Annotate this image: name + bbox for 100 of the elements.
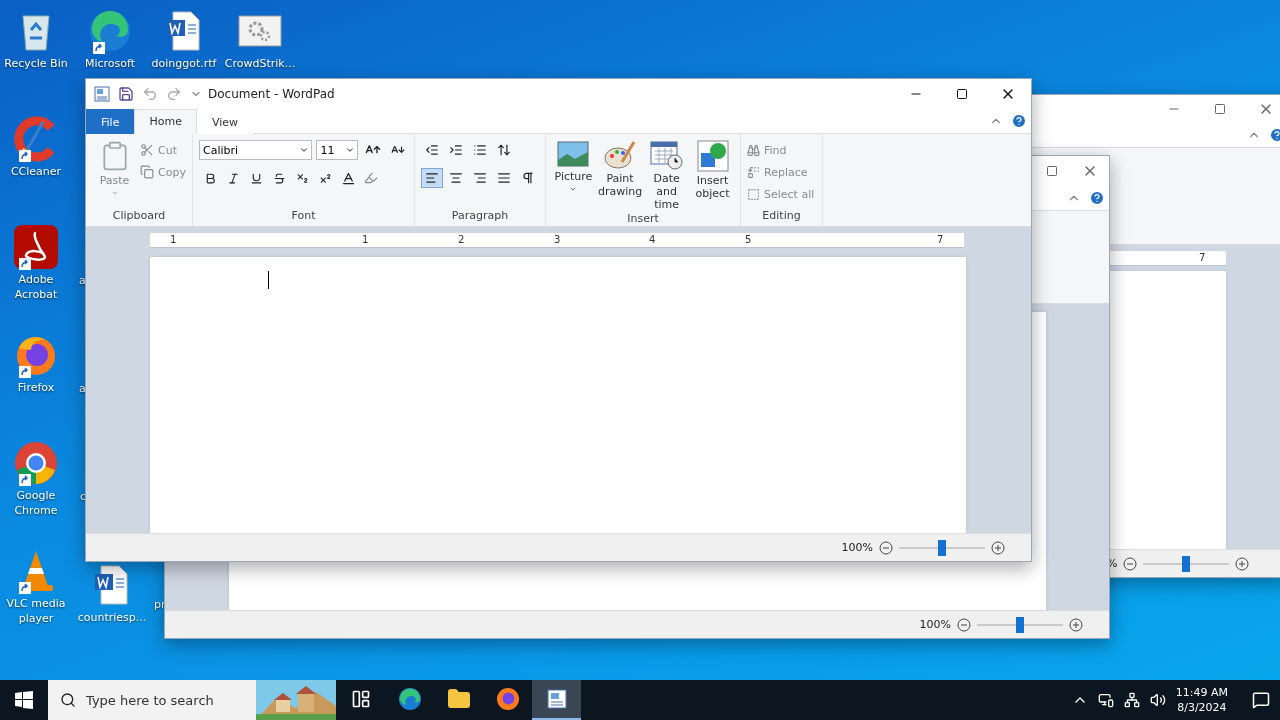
wordpad-icon (94, 86, 110, 102)
window-title: Document - WordPad (208, 87, 336, 101)
desktop-shortcut[interactable]: Adobe Acrobat (0, 224, 72, 302)
copy-button[interactable]: Copy (140, 162, 186, 182)
editing-button[interactable]: Select all (747, 184, 815, 204)
replace-icon (747, 165, 760, 179)
ruler-number: 3 (554, 233, 561, 247)
increase-indent-icon (449, 143, 463, 157)
maximize-icon (956, 88, 968, 100)
decrease-indent-icon (425, 143, 439, 157)
zoom-out-icon[interactable] (1123, 556, 1138, 571)
desktop-shortcut[interactable]: CCleaner (0, 116, 72, 179)
ruler-number: 7 (937, 233, 944, 247)
bullet-list-icon (473, 143, 487, 157)
zoom-out-icon[interactable] (957, 617, 971, 632)
italic-icon (226, 171, 240, 185)
help-icon[interactable] (1089, 190, 1105, 206)
zoom-level: 100% (841, 541, 873, 554)
align-icon (449, 171, 463, 185)
zoom-level: 100% (919, 618, 951, 631)
shortcut-label: pr (154, 598, 166, 611)
edge-icon (397, 687, 422, 711)
clock-time: 11:49 AM (1175, 685, 1228, 700)
edge-icon (87, 8, 133, 54)
file-menu-tab[interactable]: File (86, 109, 135, 134)
notifications-icon[interactable] (1252, 691, 1270, 709)
group-label: Clipboard (111, 208, 167, 224)
text-cursor (268, 271, 269, 289)
device-icon[interactable] (1097, 692, 1114, 708)
subscript-icon (295, 171, 309, 185)
font-size-field[interactable]: 11 (316, 140, 359, 160)
ruler-number: 1 (362, 233, 369, 247)
group-label: Editing (761, 208, 802, 224)
wordpad-icon (545, 688, 568, 710)
underline-icon (249, 171, 263, 185)
zoom-in-icon[interactable] (1069, 617, 1083, 632)
taskbar-app-button[interactable] (532, 680, 581, 720)
ribbon-tab[interactable]: Home (134, 109, 197, 134)
caret-icon (110, 189, 119, 197)
ruler-number: 5 (745, 233, 752, 247)
line-spacing-icon (497, 143, 511, 157)
network-icon[interactable] (1123, 692, 1140, 708)
insert-button[interactable]: Paint drawing (597, 140, 643, 211)
zoom-slider-thumb[interactable] (938, 539, 946, 556)
search-icon (60, 692, 76, 708)
align-icon (473, 171, 487, 185)
desktop-shortcut[interactable]: Firefox (0, 332, 72, 395)
help-icon[interactable] (1011, 113, 1027, 129)
paragraph-icon (521, 171, 535, 185)
paste-button[interactable]: Paste (92, 140, 138, 208)
zoom-in-icon[interactable] (991, 540, 1005, 555)
insert-button[interactable]: Picture (552, 140, 595, 211)
highlight-icon (364, 171, 378, 185)
ruler-number: 7 (1199, 251, 1206, 265)
shortcut-label: VLC media player (5, 596, 67, 626)
insert-button[interactable]: Insert object (691, 140, 734, 211)
desktop-shortcut[interactable]: CrowdStrik... (224, 8, 296, 71)
windows-start-icon[interactable] (15, 691, 33, 709)
task-view-icon (350, 689, 371, 709)
align-button[interactable] (421, 168, 443, 188)
shortcut-label: CCleaner (10, 164, 62, 179)
zoom-slider-thumb[interactable] (1016, 616, 1024, 633)
desktop-shortcut[interactable]: Google Chrome (0, 440, 72, 518)
landscape-picture-icon (557, 140, 590, 168)
insert-button[interactable]: Date and time (645, 140, 689, 211)
desktop-shortcut[interactable]: Microsoft (74, 8, 146, 71)
select-all-icon (747, 187, 760, 201)
shortcut-label: a (79, 274, 86, 287)
zoom-in-icon[interactable] (1235, 556, 1250, 571)
group-label: Insert (626, 211, 660, 227)
clock[interactable]: 11:49 AM 8/3/2024 (1175, 685, 1228, 715)
group-label: Font (290, 208, 317, 224)
desktop-shortcut[interactable]: VLC media player (0, 548, 72, 626)
desktop-shortcut[interactable]: countriesp... (76, 562, 148, 625)
align-icon (497, 171, 511, 185)
caret-icon (345, 145, 356, 155)
shortcut-label: Firefox (17, 380, 55, 395)
search-field[interactable]: Type here to search (48, 680, 336, 720)
zoom-out-icon[interactable] (879, 540, 893, 555)
copy-icon (140, 165, 155, 179)
binoculars-icon (747, 143, 760, 157)
ruler-number: 1 (170, 233, 177, 247)
zoom-slider-thumb[interactable] (1182, 555, 1191, 572)
cut-button[interactable]: Cut (140, 140, 186, 160)
editing-button[interactable]: Find (747, 140, 815, 160)
firefox-icon (495, 687, 520, 711)
maximize-icon (1046, 165, 1058, 177)
desktop-shortcut[interactable]: doinggot.rtf (148, 8, 220, 71)
ruler-number: 2 (458, 233, 465, 247)
shortcut-label: Adobe Acrobat (13, 272, 59, 302)
editing-button[interactable]: Replace (747, 162, 815, 182)
ruler-number: 4 (649, 233, 656, 247)
caret-icon (299, 145, 310, 155)
font-family-field[interactable]: Calibri (199, 140, 313, 160)
volume-icon[interactable] (1149, 692, 1166, 708)
desktop-shortcut[interactable]: Recycle Bin (0, 8, 72, 71)
shortcut-label: countriesp... (77, 610, 147, 625)
save-icon[interactable] (118, 86, 134, 102)
shortcut-label: Google Chrome (13, 488, 59, 518)
acrobat-icon (13, 224, 59, 270)
